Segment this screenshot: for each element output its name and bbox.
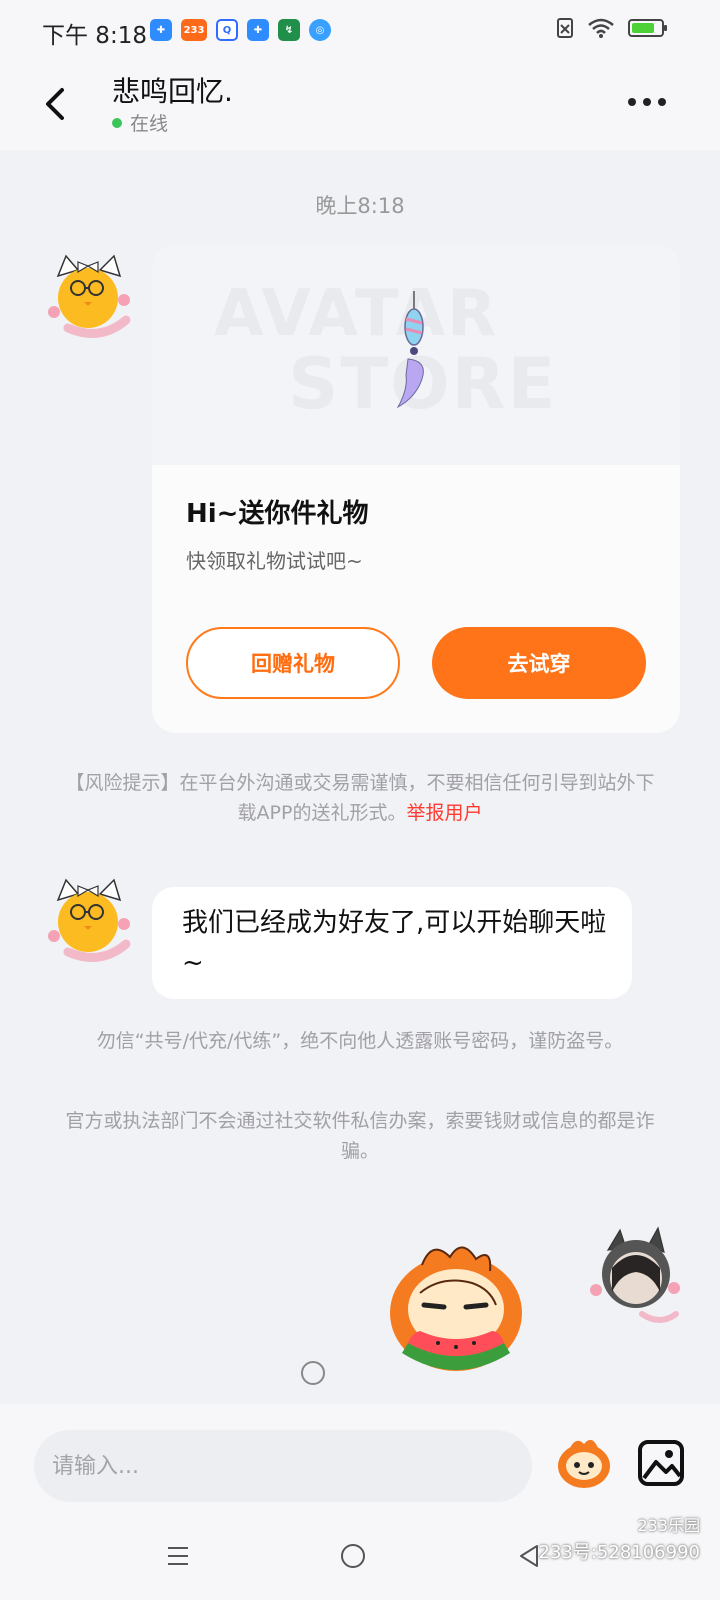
- message-bubble[interactable]: 我们已经成为好友了,可以开始聊天啦~: [152, 887, 632, 999]
- home-icon[interactable]: [341, 1544, 365, 1568]
- return-gift-button[interactable]: 回赠礼物: [186, 627, 400, 699]
- watermark-brand: 233乐园: [637, 1516, 700, 1535]
- risk-notice-text: 【风险提示】在平台外沟通或交易需谨慎，不要相信任何引导到站外下载APP的送礼形式…: [65, 772, 655, 824]
- status-bar: 下午 8:18 ✚ 233 Q ✚ ↯ ◎: [0, 0, 720, 62]
- 233-app-icon: 233: [181, 19, 207, 41]
- gift-message-card[interactable]: AVATAR STORE Hi~送你件礼物 快领取礼物试试吧~ 回赠礼物 去试穿: [152, 245, 680, 733]
- search-app-icon: ◎: [309, 19, 331, 41]
- menu-icon[interactable]: [166, 1544, 190, 1568]
- wifi-icon: [588, 18, 614, 38]
- puzzle-icon: ✚: [150, 19, 172, 41]
- gift-title: Hi~送你件礼物: [186, 499, 369, 529]
- friend-avatar[interactable]: [40, 868, 136, 964]
- system-icons: [556, 18, 667, 38]
- friend-avatar[interactable]: [40, 244, 136, 340]
- my-avatar[interactable]: [586, 1222, 682, 1332]
- contact-name[interactable]: 悲鸣回忆.: [112, 70, 233, 110]
- try-on-button[interactable]: 去试穿: [432, 627, 646, 699]
- phone-green-icon: ↯: [278, 19, 300, 41]
- search-app-icon: Q: [216, 19, 238, 41]
- message-text: 我们已经成为好友了,可以开始聊天啦~: [182, 908, 607, 978]
- online-status: 在线: [112, 109, 168, 136]
- system-nav-bar: 233乐园 233号:528106990: [0, 1516, 720, 1600]
- gift-subtitle: 快领取礼物试试吧~: [186, 549, 363, 573]
- online-status-label: 在线: [130, 113, 169, 135]
- status-time: 下午 8:18: [42, 23, 147, 49]
- risk-notice: 【风险提示】在平台外沟通或交易需谨慎，不要相信任何引导到站外下载APP的送礼形式…: [60, 768, 660, 828]
- gift-item-image: [396, 291, 424, 409]
- message-input[interactable]: [34, 1430, 532, 1502]
- fraud-warning: 官方或执法部门不会通过社交软件私信办案，索要钱财或信息的都是诈骗。: [65, 1110, 655, 1162]
- no-sim-icon: [557, 18, 573, 38]
- battery-charging-icon: [628, 19, 667, 37]
- 233-badge-text: 233: [183, 24, 205, 36]
- banner-watermark: AVATAR: [214, 277, 499, 351]
- security-warning: 勿信“共号/代充/代练”，绝不向他人透露账号密码，谨防盗号。: [96, 1030, 624, 1052]
- image-picker-icon[interactable]: [636, 1438, 686, 1488]
- puzzle-icon: ✚: [247, 19, 269, 41]
- back-nav-icon[interactable]: [517, 1544, 541, 1568]
- notification-icons: ✚ 233 Q ✚ ↯ ◎: [150, 19, 331, 41]
- input-bar: [0, 1404, 720, 1520]
- gift-banner: AVATAR STORE: [152, 245, 680, 465]
- watermark-id: 233号:528106990: [538, 1542, 701, 1563]
- more-options-icon[interactable]: [628, 90, 678, 114]
- chat-header: 悲鸣回忆. 在线: [0, 62, 720, 150]
- sticker-message[interactable]: [372, 1235, 540, 1383]
- mascot-emoji-icon[interactable]: [554, 1432, 614, 1492]
- report-user-link[interactable]: 举报用户: [406, 802, 482, 824]
- message-timestamp: 晚上8:18: [315, 194, 405, 218]
- back-arrow-icon[interactable]: [36, 82, 76, 126]
- scroll-indicator: [301, 1361, 325, 1385]
- online-dot-icon: [112, 117, 122, 128]
